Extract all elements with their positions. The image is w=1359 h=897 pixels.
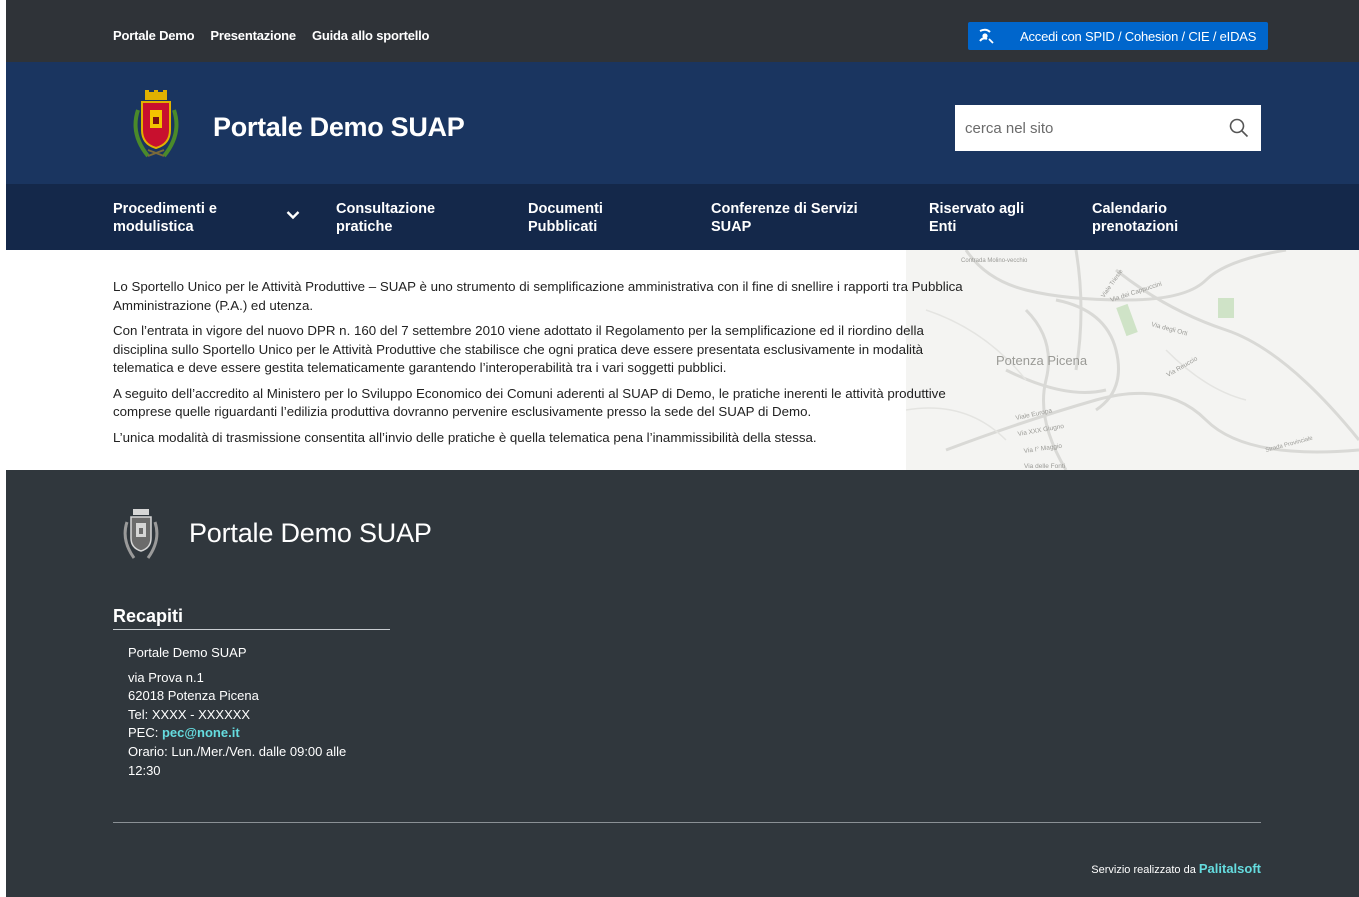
nav-label-line2: modulistica (113, 219, 194, 235)
login-label: Accedi con SPID / Cohesion / CIE / eIDAS (1020, 28, 1257, 44)
contact-pec-label: PEC: (128, 725, 162, 741)
contact-pec: PEC: pec@none.it (128, 724, 346, 743)
top-link-presentazione[interactable]: Presentazione (210, 28, 296, 43)
coat-of-arms-grey-icon[interactable] (121, 508, 161, 562)
contact-hours-line1: Orario: Lun./Mer./Ven. dalle 09:00 alle (128, 743, 347, 759)
nav-label-line2: Enti (929, 219, 957, 235)
nav-item-documenti[interactable]: Documenti Pubblicati (528, 200, 603, 236)
nav-label-line1: Procedimenti e (113, 201, 217, 217)
pec-email-link[interactable]: pec@none.it (162, 725, 240, 740)
nav-item-riservato[interactable]: Riservato agli Enti (929, 200, 1024, 236)
top-link-guida[interactable]: Guida allo sportello (312, 28, 430, 43)
intro-paragraph: Con l’entrata in vigore del nuovo DPR n.… (113, 323, 924, 375)
chevron-down-icon[interactable] (286, 210, 300, 220)
contacts-divider (113, 629, 390, 630)
nav-label-line1: Documenti (528, 201, 603, 217)
site-footer: Portale Demo SUAP Recapiti Portale Demo … (6, 470, 1359, 897)
nav-item-procedimenti[interactable]: Procedimenti e modulistica (113, 200, 217, 236)
map-label-street: Contrada Molino-vecchio (961, 258, 1028, 264)
intro-paragraph: L’unica modalità di trasmissione consent… (113, 429, 817, 445)
footer-title[interactable]: Portale Demo SUAP (189, 518, 432, 549)
site-title[interactable]: Portale Demo SUAP (213, 112, 465, 143)
intro-paragraph: A seguito dell’accredito al Ministero pe… (113, 385, 946, 420)
contact-address-line1: via Prova n.1 (128, 669, 204, 685)
coat-of-arms-icon[interactable] (130, 90, 182, 162)
contacts-block: Portale Demo SUAP via Prova n.1 62018 Po… (128, 644, 346, 780)
login-button[interactable]: Accedi con SPID / Cohesion / CIE / eIDAS (968, 22, 1268, 50)
map-label-town: Potenza Picena (996, 353, 1088, 368)
map-background: Potenza Picena Contrada Molino-vecchio V… (906, 250, 1359, 470)
page: Portale Demo Presentazione Guida allo sp… (0, 0, 1359, 897)
credit-company-link[interactable]: Palitalsoft (1199, 861, 1261, 876)
contact-address-line2: 62018 Potenza Picena (128, 688, 259, 704)
intro-section: Potenza Picena Contrada Molino-vecchio V… (6, 250, 1359, 470)
footer-credit: Servizio realizzato da Palitalsoft (1091, 861, 1261, 876)
nav-label-line1: Riservato agli (929, 201, 1025, 217)
nav-label-line1: Conferenze di Servizi (711, 201, 858, 217)
nav-label-line2: Pubblicati (528, 219, 598, 235)
site-header: Portale Demo SUAP (6, 62, 1359, 184)
nav-label-line2: SUAP (711, 219, 752, 235)
nav-label-line2: prenotazioni (1092, 219, 1179, 235)
nav-label-line1: Consultazione (336, 201, 436, 217)
search-icon[interactable] (1229, 118, 1249, 138)
nav-label-line2: pratiche (336, 219, 393, 235)
top-bar: Portale Demo Presentazione Guida allo sp… (6, 0, 1359, 62)
page-wrapper: Portale Demo Presentazione Guida allo sp… (6, 0, 1359, 897)
top-links: Portale Demo Presentazione Guida allo sp… (113, 28, 430, 43)
spid-user-icon (968, 22, 1004, 50)
contact-org-name: Portale Demo SUAP (128, 645, 247, 660)
contact-phone: Tel: XXXX - XXXXXX (128, 706, 251, 722)
top-link-portale-demo[interactable]: Portale Demo (113, 28, 195, 43)
footer-divider (113, 822, 1261, 823)
map-label-street: Via delle Fonti (1024, 463, 1065, 470)
search-box (955, 105, 1261, 151)
nav-label-line1: Calendario (1092, 201, 1167, 217)
intro-text: Lo Sportello Unico per le Attività Produ… (113, 278, 968, 454)
nav-item-conferenze[interactable]: Conferenze di Servizi SUAP (711, 200, 858, 236)
nav-item-calendario[interactable]: Calendario prenotazioni (1092, 200, 1178, 236)
contacts-heading: Recapiti (113, 606, 184, 626)
intro-paragraph: Lo Sportello Unico per le Attività Produ… (113, 279, 963, 313)
search-input[interactable] (955, 119, 1215, 137)
credit-prefix: Servizio realizzato da (1091, 864, 1199, 876)
contact-hours-line2: 12:30 (128, 762, 161, 778)
main-nav: Procedimenti e modulistica Consultazione… (6, 184, 1359, 250)
nav-item-consultazione[interactable]: Consultazione pratiche (336, 200, 435, 236)
